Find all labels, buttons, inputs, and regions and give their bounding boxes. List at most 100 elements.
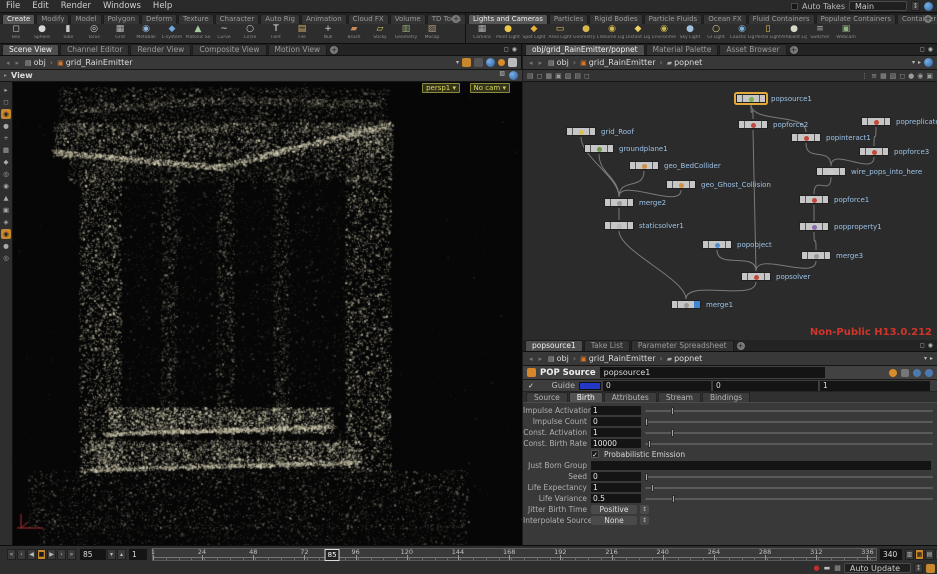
shelf-tool[interactable]: ▭Area Light (547, 24, 573, 44)
param-slider[interactable] (645, 498, 933, 500)
network-tool-icon[interactable]: ▣ (926, 71, 933, 81)
shelf-tab[interactable]: Particles (549, 14, 589, 24)
folder-tab[interactable]: Birth (569, 392, 603, 402)
pane-tab[interactable]: Material Palette (646, 44, 719, 55)
param-value-field[interactable]: 1 (591, 406, 641, 415)
help-globe-icon[interactable] (924, 2, 933, 11)
param-slider[interactable] (645, 410, 933, 412)
shelf-tool[interactable]: ●Ambient Lig (781, 24, 807, 44)
lock-icon[interactable] (474, 58, 483, 67)
viewport-tool-icon[interactable]: ▲ (1, 193, 11, 203)
take-spinner[interactable]: ↕ (911, 1, 920, 11)
viewport-tool-icon[interactable]: ◆ (1, 157, 11, 167)
path-obj[interactable]: ▤obj (546, 354, 571, 363)
path-dropdown-icon[interactable]: ▾ (456, 60, 459, 66)
network-tool-icon[interactable]: ⋮ (861, 71, 868, 81)
path-obj[interactable]: ▤obj (23, 58, 48, 67)
shelf-tab[interactable]: Particle Fluids (644, 14, 703, 24)
network-tool-icon[interactable]: ▤ (527, 71, 534, 81)
status-icon[interactable]: ▦ (834, 564, 841, 572)
pane-menu-icon[interactable]: ◉ (512, 47, 517, 53)
state-icon[interactable] (498, 59, 505, 66)
sync-icon[interactable] (924, 58, 933, 67)
playback-button[interactable]: ▶ (47, 549, 56, 560)
shelf-tab[interactable]: Ocean FX (703, 14, 746, 24)
playback-button[interactable]: ◀ (27, 549, 36, 560)
end-frame-field[interactable]: 340 (880, 549, 902, 560)
param-value-field[interactable]: 10000 (591, 439, 641, 448)
pane-tab[interactable]: Parameter Spreadsheet (631, 340, 734, 351)
shelf-tab[interactable]: Character (215, 14, 260, 24)
viewport-tool-icon[interactable]: ◉ (1, 109, 11, 119)
network-node[interactable]: wire_pops_into_here (816, 167, 846, 176)
guide-value-field[interactable]: 0 (603, 381, 711, 391)
timeline-ruler[interactable]: 1244872961201441681922162402642883123368… (152, 548, 877, 561)
playback-button[interactable]: › (57, 549, 66, 560)
update-mode-icon[interactable] (462, 58, 471, 67)
path-popnet[interactable]: ▰popnet (665, 58, 705, 67)
shelf-tool[interactable]: ◆Distant Lig (625, 24, 651, 44)
network-tool-icon[interactable]: ▨ (565, 71, 572, 81)
menu-item[interactable]: Edit (26, 1, 54, 11)
network-tool-icon[interactable]: ▤ (574, 71, 581, 81)
playback-button[interactable]: « (7, 549, 16, 560)
network-node[interactable]: popobject (702, 240, 732, 249)
update-mode-selector[interactable]: Auto Update (844, 563, 911, 573)
viewport-tool-icon[interactable]: ◻ (1, 97, 11, 107)
shelf-tab[interactable]: Deform (141, 14, 177, 24)
menu-item[interactable]: File (0, 1, 26, 11)
path-forward-icon[interactable]: ▸ (14, 59, 22, 67)
slider-handle[interactable] (671, 429, 674, 437)
network-tool-icon[interactable]: ◻ (584, 71, 590, 81)
network-tool-icon[interactable]: ● (908, 71, 914, 81)
add-pane-tab-icon[interactable]: + (330, 46, 338, 54)
camera-link-badge[interactable]: No cam ▾ (470, 83, 510, 93)
network-node[interactable]: popproperty1 (799, 222, 829, 231)
shelf-tool[interactable]: ◎Torus (81, 24, 107, 44)
param-checkbox[interactable]: ✓ (591, 450, 599, 458)
pane-maximize-icon[interactable]: ◻ (920, 343, 925, 349)
frame-inc-button[interactable]: ▴ (117, 549, 126, 560)
folder-tab[interactable]: Stream (658, 392, 701, 402)
pane-maximize-icon[interactable]: ◻ (920, 47, 925, 53)
network-tool-icon[interactable]: ◻ (537, 71, 543, 81)
param-dropdown-spinner[interactable]: ↕ (640, 516, 649, 525)
guide-value-field[interactable]: 0 (713, 381, 818, 391)
shelf-tool[interactable]: ~Curve (211, 24, 237, 44)
param-dropdown-spinner[interactable]: ↕ (640, 505, 649, 514)
search-icon[interactable] (889, 369, 897, 377)
path-back-icon[interactable]: ◂ (527, 59, 535, 67)
param-dropdown[interactable]: Positive (591, 505, 637, 514)
shelf-tool[interactable]: ▰Brush (341, 24, 367, 44)
info-icon[interactable] (913, 369, 921, 377)
guide-color-swatch[interactable] (579, 382, 601, 390)
param-value-field[interactable]: 1 (591, 483, 641, 492)
add-pane-tab-icon[interactable]: + (737, 342, 745, 350)
path-grid-rainemitter[interactable]: ▣grid_RainEmitter (578, 354, 657, 363)
path-grid-rainemitter[interactable]: ▣grid_RainEmitter (578, 58, 657, 67)
playback-button[interactable]: » (67, 549, 76, 560)
shelf-tool[interactable]: ◆L-system (159, 24, 185, 44)
network-tool-icon[interactable]: ▧ (890, 71, 897, 81)
network-node[interactable]: groundplane1 (584, 144, 614, 153)
shelf-tool[interactable]: ●Geometry Li (573, 24, 599, 44)
param-slider[interactable] (645, 443, 933, 445)
folder-tab[interactable]: Bindings (702, 392, 750, 402)
slider-handle[interactable] (671, 407, 674, 415)
snap-icon[interactable] (508, 58, 517, 67)
node-enable-checkbox[interactable]: ✓ (527, 382, 535, 390)
network-node[interactable]: popsolver (741, 272, 771, 281)
slider-handle[interactable] (648, 440, 651, 448)
shelf-tool[interactable]: ▨Mocap (419, 24, 445, 44)
shelf-tool[interactable]: ○Circle (237, 24, 263, 44)
view-world-icon[interactable] (509, 71, 518, 80)
network-tool-icon[interactable]: ▦ (545, 71, 552, 81)
path-popnet[interactable]: ▰popnet (665, 354, 705, 363)
playback-button[interactable]: ‹ (17, 549, 26, 560)
add-shelf-tab-icon[interactable]: + (924, 15, 932, 23)
network-tool-icon[interactable]: ◻ (899, 71, 905, 81)
viewport-tool-icon[interactable]: ● (1, 121, 11, 131)
network-node[interactable]: popreplicate1 (861, 117, 891, 126)
shelf-tool[interactable]: ▱Sticky (367, 24, 393, 44)
path-forward-icon[interactable]: ▸ (537, 355, 545, 363)
